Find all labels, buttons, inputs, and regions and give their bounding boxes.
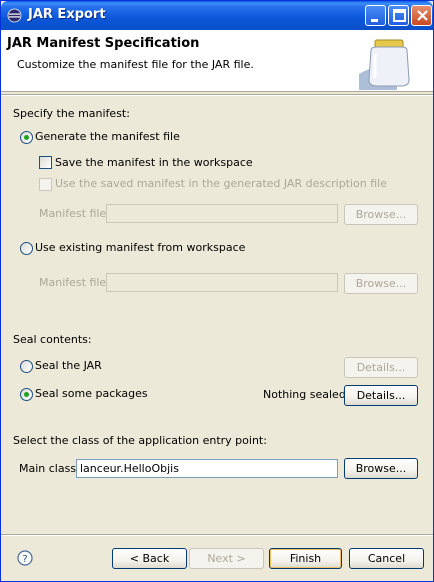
divider [1, 94, 433, 96]
title-bar[interactable]: JAR Export [1, 1, 433, 30]
help-icon[interactable]: ? [17, 550, 33, 566]
browse-manifest-button[interactable]: Browse... [344, 204, 418, 225]
manifest-file-field[interactable] [106, 204, 338, 223]
seal-status-text: Nothing sealed [263, 388, 346, 401]
maximize-button[interactable] [388, 5, 409, 26]
cancel-button[interactable]: Cancel [349, 548, 424, 569]
close-button[interactable] [411, 5, 432, 26]
use-existing-manifest-label[interactable]: Use existing manifest from workspace [35, 241, 245, 254]
seal-jar-radio[interactable] [20, 360, 33, 373]
back-button[interactable]: < Back [112, 548, 187, 569]
browse-manifest-button-2[interactable]: Browse... [344, 273, 418, 294]
use-existing-manifest-radio[interactable] [20, 242, 33, 255]
finish-button[interactable]: Finish [269, 548, 342, 569]
header-banner: JAR Manifest Specification Customize the… [1, 30, 433, 92]
page-description: Customize the manifest file for the JAR … [17, 58, 254, 71]
seal-jar-label[interactable]: Seal the JAR [35, 359, 102, 372]
maximize-icon [393, 9, 406, 22]
use-saved-manifest-checkbox[interactable] [39, 178, 52, 191]
footer-divider [1, 534, 433, 536]
jar-banner-icon [359, 39, 410, 90]
seal-some-packages-label[interactable]: Seal some packages [35, 387, 148, 400]
save-manifest-label[interactable]: Save the manifest in the workspace [55, 156, 253, 169]
close-icon [417, 10, 428, 21]
save-manifest-checkbox[interactable] [39, 156, 52, 169]
minimize-icon [371, 19, 378, 22]
eclipse-window-icon [7, 8, 22, 23]
manifest-file-label-2: Manifest file: [39, 276, 110, 289]
svg-text:?: ? [22, 554, 27, 565]
manifest-file-field-2[interactable] [106, 273, 338, 292]
manifest-file-label: Manifest file: [39, 207, 110, 220]
page-title: JAR Manifest Specification [7, 36, 200, 51]
seal-some-packages-radio[interactable] [20, 388, 33, 401]
seal-packages-details-button[interactable]: Details... [344, 385, 418, 406]
manifest-section-label: Specify the manifest: [13, 107, 130, 120]
minimize-button[interactable] [365, 5, 386, 26]
main-class-input[interactable] [76, 459, 338, 478]
entry-point-section-label: Select the class of the application entr… [13, 434, 267, 447]
seal-section-label: Seal contents: [13, 333, 92, 346]
window-title: JAR Export [28, 7, 106, 22]
browse-main-class-button[interactable]: Browse... [344, 458, 418, 479]
use-saved-manifest-label: Use the saved manifest in the generated … [55, 177, 387, 190]
next-button[interactable]: Next > [189, 548, 264, 569]
generate-manifest-radio[interactable] [20, 131, 33, 144]
main-class-label: Main class: [19, 462, 80, 475]
seal-jar-details-button[interactable]: Details... [344, 357, 418, 378]
generate-manifest-label[interactable]: Generate the manifest file [35, 130, 180, 143]
jar-export-dialog: JAR Export JAR Manifest Specification Cu… [0, 0, 434, 582]
